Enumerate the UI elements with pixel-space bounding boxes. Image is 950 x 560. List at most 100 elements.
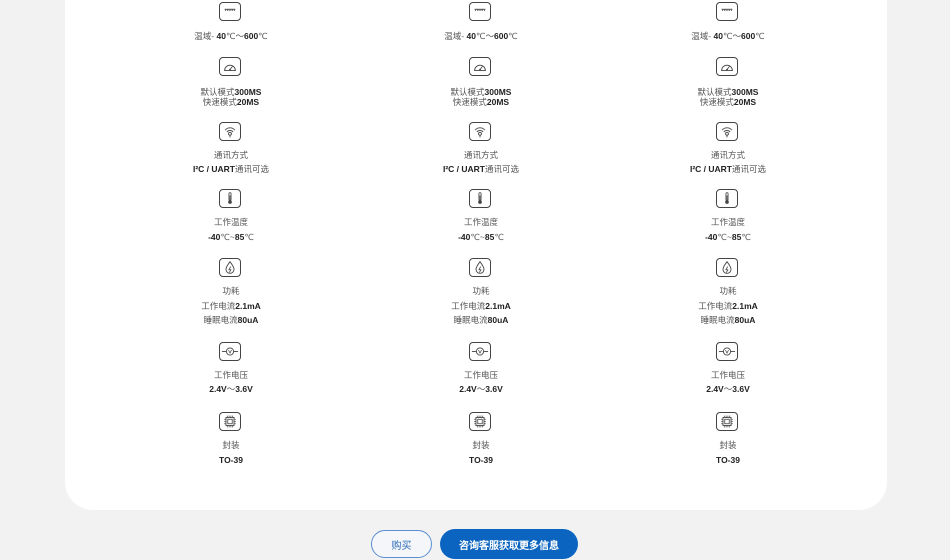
consult-customer-service-button[interactable]: 咨询客服获取更多信息 [440,529,578,559]
spec-label: 快速模式 [699,97,734,107]
spec-value: 80uA [487,315,509,325]
spec-label: 默认模式 [697,87,732,97]
spec-value: 2.1mA [485,301,511,311]
spec-value: 20MS [733,97,757,107]
spec-text-line: 通讯方式 [628,150,828,160]
spec-text-line: 工作电流2.1mA [381,301,581,311]
spec-text-line: 工作温度 [628,217,828,227]
spec-label: 睡眠电流 [453,315,488,325]
spec-value: I²C / UART [689,164,732,174]
spec-label: 默认模式 [200,87,235,97]
spec-value: -40 [458,232,471,242]
spec-label: 通讯可选 [235,164,270,174]
spec-text-line: 工作温度 [131,217,331,227]
spec-label: 睡眠电流 [203,315,238,325]
spec-value: 20MS [236,97,260,107]
spec-label: 通讯可选 [732,164,767,174]
spec-value: TO-39 [219,455,243,465]
power-drop-icon [469,258,491,277]
spec-text-line: 快速模式20MS [131,97,331,107]
spec-label: ℃~ [470,232,485,242]
spec-value: 40 [216,31,226,41]
spec-label: 默认模式 [450,87,485,97]
spec-text-line: 快速模式20MS [381,97,581,107]
spec-label: ℃～ [722,31,741,41]
spec-label: 温域- [444,31,467,41]
spec-label: 工作温度 [213,217,248,227]
spec-value: 85 [731,232,742,242]
spec-text-line: 封装 [628,440,828,450]
voltmeter-icon [219,342,241,361]
spec-text-line: -40℃~85℃ [381,232,581,242]
spec-label: ℃～ [225,31,244,41]
spec-text-line: 通讯方式 [381,150,581,160]
spec-text-line: I²C / UART通讯可选 [381,164,581,174]
spec-label: 工作电流 [201,301,236,311]
spec-text-line: 功耗 [628,286,828,296]
spec-label: 工作电流 [698,301,733,311]
spec-text-line: 工作电压 [131,370,331,380]
chip-icon [469,412,491,431]
spec-text-line: I²C / UART通讯可选 [628,164,828,174]
spec-label: ～ [476,384,486,394]
spec-text-line: TO-39 [628,455,828,465]
spec-text-line: 2.4V～3.6V [381,384,581,394]
power-drop-icon [716,258,738,277]
spec-label: ℃ [244,232,254,242]
spec-value: 40 [466,31,476,41]
spec-label: ～ [226,384,236,394]
spec-value: 600 [493,31,509,41]
spec-label: 工作电压 [710,370,745,380]
spec-label: 睡眠电流 [700,315,735,325]
spec-value: 2.4V [706,384,724,394]
spec-text-line: 温域- 40℃～600℃ [381,31,581,41]
spec-label: 通讯方式 [710,150,745,160]
product-comparison-card [65,0,887,510]
spec-value: 85 [234,232,245,242]
spec-label: 工作温度 [710,217,745,227]
spec-value: 40 [713,31,723,41]
voltmeter-icon [716,342,738,361]
spec-label: ～ [723,384,733,394]
spec-text-line: 默认模式300MS [628,87,828,97]
spec-label: ℃ [494,232,504,242]
spec-label: 通讯方式 [463,150,498,160]
spec-label: 封装 [719,440,737,450]
spec-label: 工作电流 [451,301,486,311]
spec-text-line: 封装 [381,440,581,450]
thermometer-icon [219,189,241,208]
spec-label: 工作电压 [213,370,248,380]
ruler-icon [469,2,491,21]
spec-label: 功耗 [719,286,737,296]
spec-label: ℃~ [220,232,235,242]
spec-text-line: 工作温度 [381,217,581,227]
spec-value: TO-39 [469,455,493,465]
chip-icon [716,412,738,431]
spec-value: I²C / UART [442,164,485,174]
spec-value: 3.6V [732,384,750,394]
spec-text-line: 睡眠电流80uA [131,315,331,325]
thermometer-icon [716,189,738,208]
voltmeter-icon [469,342,491,361]
spec-text-line: 睡眠电流80uA [381,315,581,325]
spec-value: 80uA [734,315,756,325]
spec-text-line: 睡眠电流80uA [628,315,828,325]
spec-label: 封装 [222,440,240,450]
thermometer-icon [469,189,491,208]
spec-label: 通讯方式 [213,150,248,160]
spec-text-line: 快速模式20MS [628,97,828,107]
spec-label: ℃ [741,232,751,242]
spec-label: 温域- [194,31,217,41]
spec-value: -40 [208,232,221,242]
spec-text-line: TO-39 [381,455,581,465]
spec-value: 600 [740,31,756,41]
spec-label: 工作电压 [463,370,498,380]
spec-value: 300MS [484,87,512,97]
buy-button[interactable]: 购买 [371,530,432,558]
spec-value: 300MS [731,87,759,97]
spec-text-line: 默认模式300MS [131,87,331,97]
spec-text-line: 功耗 [381,286,581,296]
spec-value: 80uA [237,315,259,325]
spec-text-line: 工作电压 [381,370,581,380]
spec-label: 温域- [691,31,714,41]
